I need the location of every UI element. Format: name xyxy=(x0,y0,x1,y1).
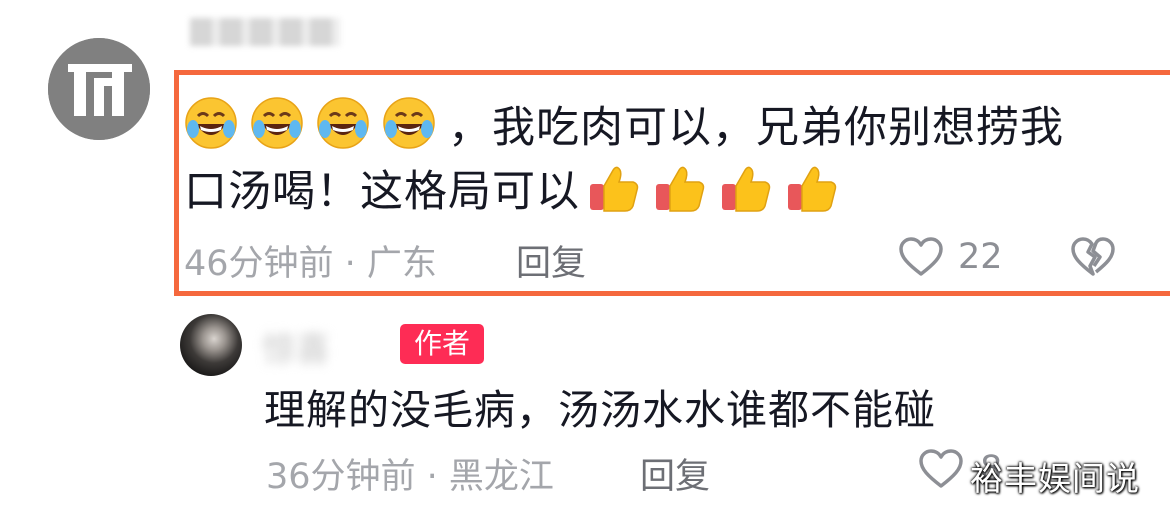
like-count: 22 xyxy=(958,237,1003,277)
comment-text-line-1: ，我吃肉可以，兄弟你别想捞我 xyxy=(184,96,1064,160)
author-avatar[interactable] xyxy=(180,314,242,376)
thumbs-up-icon xyxy=(718,160,772,214)
laughing-crying-face-icon xyxy=(382,96,436,150)
reply-button[interactable]: 回复 xyxy=(516,235,586,286)
comment-time-location: 46分钟前 · 广东 xyxy=(184,244,437,284)
logo-avatar-icon xyxy=(48,38,150,140)
author-badge: 作者 xyxy=(400,324,484,364)
heart-icon[interactable] xyxy=(898,236,944,278)
commenter-name-blurred[interactable] xyxy=(190,18,340,46)
reply-comment-text: 理解的没毛病，汤汤水水谁都不能碰 xyxy=(264,386,936,434)
comment-text: ，我吃肉可以，兄弟你别想捞我 xyxy=(448,103,1064,153)
watermark: 裕丰娱间说 xyxy=(970,459,1140,498)
comment-text: 口汤喝！这格局可以 xyxy=(184,167,580,217)
broken-heart-icon[interactable] xyxy=(1070,236,1116,278)
heart-icon[interactable] xyxy=(918,448,964,490)
laughing-crying-face-icon xyxy=(316,96,370,150)
commenter-avatar[interactable] xyxy=(48,38,150,140)
thumbs-up-icon xyxy=(784,160,838,214)
laughing-crying-face-icon xyxy=(184,96,238,150)
author-name-blurred[interactable]: 惊喜 xyxy=(262,322,330,371)
thumbs-up-icon xyxy=(652,160,706,214)
comment-text-line-2: 口汤喝！这格局可以 xyxy=(184,160,850,224)
thumbs-up-icon xyxy=(586,160,640,214)
laughing-crying-face-icon xyxy=(250,96,304,150)
reply-time-location: 36分钟前 · 黑龙江 xyxy=(266,457,554,497)
reply-button[interactable]: 回复 xyxy=(640,448,710,499)
